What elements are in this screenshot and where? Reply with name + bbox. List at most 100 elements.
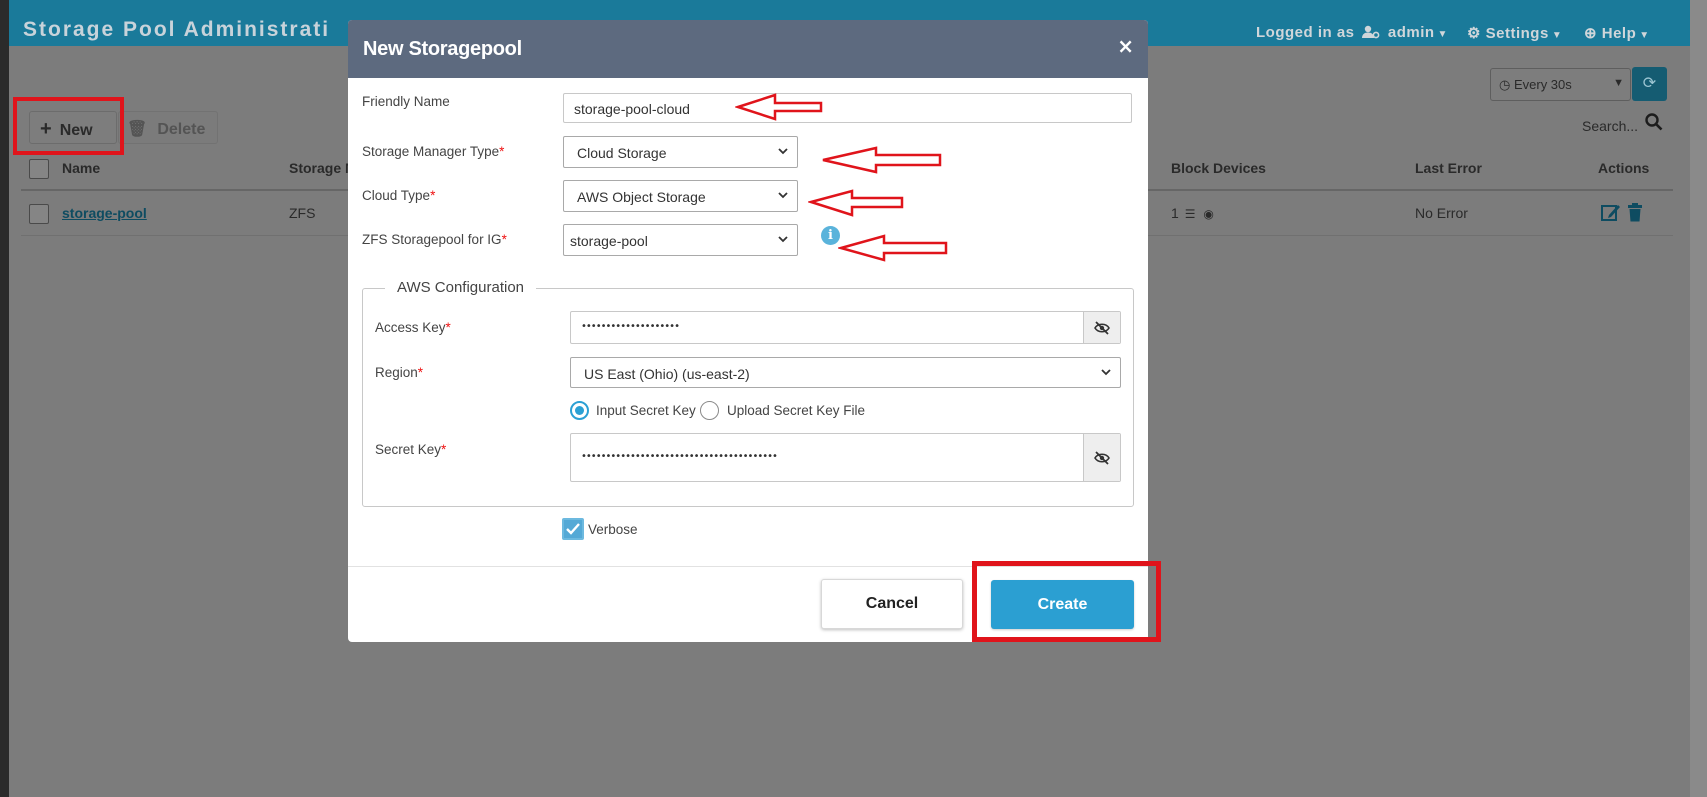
left-edge	[0, 0, 9, 797]
right-edge	[1690, 0, 1707, 797]
edit-icon[interactable]	[1601, 203, 1621, 222]
cloud-type-label-text: Cloud Type	[362, 188, 431, 203]
region-label: Region*	[375, 365, 423, 380]
row-checkbox[interactable]	[29, 204, 49, 224]
delete-button[interactable]: 🗑 Delete	[118, 111, 218, 144]
eye-icon[interactable]: ◉	[1203, 207, 1213, 221]
input-secret-key-label[interactable]: Input Secret Key	[596, 403, 696, 418]
upload-secret-key-label[interactable]: Upload Secret Key File	[727, 403, 865, 418]
eye-slash-icon	[1094, 321, 1110, 335]
aws-configuration-fieldset: AWS Configuration Access Key* ••••••••••…	[362, 279, 1134, 507]
refresh-icon: ⟳	[1642, 73, 1657, 92]
gear-icon: ⚙	[1467, 25, 1481, 42]
access-key-label: Access Key*	[375, 320, 451, 335]
clock-icon: ◷	[1499, 77, 1511, 92]
logged-in-label: Logged in as	[1256, 24, 1355, 41]
user-gear-icon	[1362, 25, 1380, 39]
row-block-devices-count: 1	[1171, 205, 1179, 221]
cloud-type-label: Cloud Type*	[362, 188, 435, 203]
help-label: Help	[1601, 25, 1637, 42]
row-last-error: No Error	[1415, 205, 1468, 221]
globe-icon: ⊕	[1584, 25, 1598, 42]
required-mark: *	[430, 188, 436, 203]
column-header-name[interactable]: Name	[62, 160, 100, 176]
secret-key-input[interactable]: ••••••••••••••••••••••••••••••••••••••••	[570, 433, 1121, 482]
storage-manager-type-label-text: Storage Manager Type	[362, 144, 500, 159]
chevron-down-icon	[1101, 369, 1111, 376]
dialog-title: New Storagepool	[363, 38, 522, 60]
row-storage-manager: ZFS	[289, 205, 316, 221]
chevron-down-icon: ▼	[1613, 77, 1624, 89]
annotation-arrow-icon	[735, 93, 823, 121]
annotation-box-create	[972, 561, 1161, 642]
select-all-checkbox[interactable]	[29, 159, 49, 179]
aws-configuration-legend: AWS Configuration	[385, 279, 537, 296]
trash-icon: 🗑	[127, 121, 148, 138]
region-label-text: Region	[375, 365, 418, 380]
access-key-value: ••••••••••••••••••••	[581, 321, 680, 332]
check-icon	[566, 523, 580, 535]
annotation-box-new	[13, 97, 124, 155]
required-mark: *	[417, 365, 424, 380]
required-mark: *	[441, 442, 447, 457]
verbose-checkbox[interactable]	[562, 518, 584, 540]
refresh-button[interactable]: ⟳	[1632, 67, 1667, 101]
zfs-storagepool-select[interactable]: storage-pool	[563, 224, 798, 256]
dialog-header: New Storagepool ×	[348, 20, 1148, 78]
delete-label: Delete	[157, 121, 206, 138]
cloud-type-value: AWS Object Storage	[577, 189, 706, 205]
eye-slash-icon	[1094, 451, 1110, 465]
user-name: admin	[1387, 24, 1435, 41]
chevron-down-icon	[778, 192, 788, 199]
trash-icon[interactable]	[1627, 203, 1643, 222]
column-header-actions: Actions	[1598, 160, 1650, 176]
secret-key-label-text: Secret Key	[375, 442, 442, 457]
cancel-button[interactable]: Cancel	[821, 579, 963, 629]
chevron-down-icon: ▼	[1551, 30, 1563, 41]
row-block-devices: 1 ☰ ◉	[1171, 205, 1214, 221]
search-label[interactable]: Search...	[1582, 118, 1638, 134]
region-value: US East (Ohio) (us-east-2)	[584, 366, 750, 382]
user-menu[interactable]: Logged in as admin ▼	[1256, 24, 1448, 41]
secret-key-visibility-toggle[interactable]	[1083, 434, 1120, 481]
column-header-storage-manager[interactable]: Storage M	[289, 160, 357, 176]
access-key-visibility-toggle[interactable]	[1083, 312, 1120, 343]
chevron-down-icon	[778, 148, 788, 155]
secret-key-label: Secret Key*	[375, 442, 446, 457]
secret-key-value: ••••••••••••••••••••••••••••••••••••••••	[581, 451, 778, 462]
refresh-interval-select[interactable]: ◷ Every 30s ▼	[1490, 68, 1631, 101]
storage-manager-type-value: Cloud Storage	[577, 145, 667, 161]
required-mark: *	[445, 320, 451, 335]
row-name-link[interactable]: storage-pool	[62, 205, 147, 221]
help-menu[interactable]: ⊕ Help ▼	[1584, 24, 1650, 42]
search-icon[interactable]	[1645, 113, 1663, 131]
cloud-type-select[interactable]: AWS Object Storage	[563, 180, 798, 212]
close-icon[interactable]: ×	[1117, 34, 1134, 58]
annotation-arrow-icon	[808, 189, 904, 217]
app-title: Storage Pool Administrati	[23, 18, 331, 41]
annotation-arrow-icon	[838, 234, 948, 262]
storage-manager-type-select[interactable]: Cloud Storage	[563, 136, 798, 168]
verbose-label[interactable]: Verbose	[588, 522, 638, 537]
required-mark: *	[499, 144, 505, 159]
region-select[interactable]: US East (Ohio) (us-east-2)	[570, 357, 1121, 388]
friendly-name-input[interactable]: storage-pool-cloud	[563, 93, 1132, 123]
access-key-input[interactable]: ••••••••••••••••••••	[570, 311, 1121, 344]
upload-secret-key-radio[interactable]	[700, 401, 719, 420]
chevron-down-icon	[778, 236, 788, 243]
zfs-storagepool-value: storage-pool	[570, 233, 648, 249]
refresh-interval-value: Every 30s	[1513, 77, 1572, 92]
settings-label: Settings	[1485, 25, 1549, 42]
column-header-last-error[interactable]: Last Error	[1415, 160, 1482, 176]
access-key-label-text: Access Key	[375, 320, 446, 335]
column-header-block-devices[interactable]: Block Devices	[1171, 160, 1266, 176]
zfs-storagepool-label-text: ZFS Storagepool for IG	[362, 232, 502, 247]
friendly-name-label: Friendly Name	[362, 94, 450, 109]
input-secret-key-radio[interactable]	[570, 401, 589, 420]
zfs-storagepool-label: ZFS Storagepool for IG*	[362, 232, 507, 247]
chevron-down-icon: ▼	[1437, 29, 1448, 40]
settings-menu[interactable]: ⚙ Settings ▼	[1467, 24, 1562, 42]
required-mark: *	[501, 232, 507, 247]
chevron-down-icon: ▼	[1639, 30, 1650, 41]
storage-manager-type-label: Storage Manager Type*	[362, 144, 504, 159]
